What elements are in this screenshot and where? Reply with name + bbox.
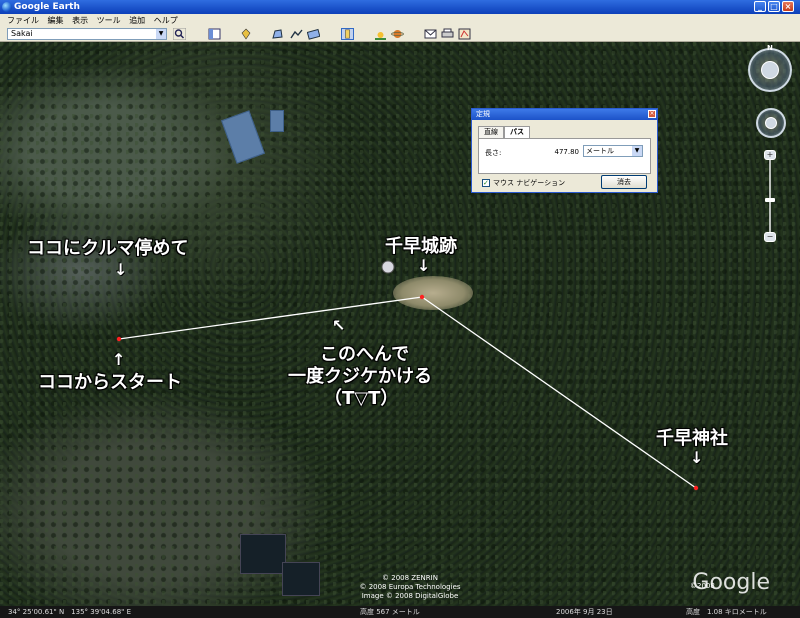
search-value: Sakai	[11, 29, 33, 38]
window-title: Google Earth	[14, 2, 80, 12]
ruler-pane: 長さ: 477.80 メートル ▼	[478, 138, 651, 174]
label-castle: 千早城跡	[385, 236, 457, 257]
ruler-close-button[interactable]: ×	[648, 110, 656, 118]
ruler-titlebar[interactable]: 定規 ×	[472, 109, 657, 120]
look-joystick[interactable]	[748, 48, 792, 92]
google-logo: Google	[692, 570, 770, 595]
arrow-detour: ↖	[332, 316, 346, 335]
copyright-notice: © 2008 ZENRIN © 2008 Europa Technologies…	[340, 574, 480, 601]
path-start-marker	[116, 336, 122, 342]
menu-view[interactable]: 表示	[72, 16, 88, 25]
move-joystick[interactable]	[756, 108, 786, 138]
status-bar: 34° 25'00.61" N 135° 39'04.68" E 高度 567 …	[0, 606, 800, 618]
unit-select[interactable]: メートル ▼	[583, 145, 643, 157]
image-overlay-icon[interactable]	[307, 28, 320, 40]
menu-file[interactable]: ファイル	[7, 16, 39, 25]
path-icon[interactable]	[290, 28, 303, 40]
zoom-slider[interactable]: + −	[764, 150, 776, 242]
search-dropdown-icon[interactable]: ▼	[156, 29, 166, 39]
length-value: 477.80	[554, 148, 580, 156]
eye-altitude: 高度 1.08 キロメートル	[686, 608, 767, 616]
photo-placemark-icon[interactable]	[381, 260, 395, 274]
copyright-line: © 2008 Europa Technologies	[359, 583, 461, 591]
unit-dropdown-icon[interactable]: ▼	[632, 146, 642, 156]
menu-add[interactable]: 追加	[129, 16, 145, 25]
arrow-parking: ↓	[114, 260, 128, 279]
zoom-in-button[interactable]: +	[764, 150, 776, 160]
menu-edit[interactable]: 編集	[48, 16, 64, 25]
zoom-thumb[interactable]	[765, 198, 775, 202]
minimize-button[interactable]: _	[754, 1, 766, 12]
imagery-date: 2006年 9月 23日	[556, 608, 613, 616]
north-indicator[interactable]: N	[767, 44, 773, 52]
title-bar: Google Earth _ □ ×	[0, 0, 800, 14]
tab-line[interactable]: 直線	[478, 126, 504, 138]
toolbar: Sakai ▼	[0, 27, 800, 42]
maximize-button[interactable]: □	[768, 1, 780, 12]
label-detour-2: 一度クジケかける	[288, 366, 432, 387]
unit-value: メートル	[586, 147, 614, 155]
path-shrine-marker	[693, 485, 699, 491]
search-icon[interactable]	[173, 28, 186, 40]
copyright-line: Image © 2008 DigitalGlobe	[361, 592, 459, 600]
label-shrine: 千早神社	[656, 428, 728, 449]
label-detour-3: （T▽T）	[324, 388, 399, 409]
mouse-navigation-option[interactable]: ✓ マウス ナビゲーション	[482, 178, 565, 188]
label-parking: ココにクルマ停めて	[27, 238, 189, 259]
path-line	[118, 296, 697, 489]
mouse-navigation-label: マウス ナビゲーション	[493, 179, 566, 187]
sun-icon[interactable]	[374, 28, 387, 40]
pointer-elevation: 高度 567 メートル	[360, 608, 420, 616]
copyright-line: © 2008 ZENRIN	[382, 574, 438, 582]
pointer-coordinates: 34° 25'00.61" N 135° 39'04.68" E	[8, 608, 132, 616]
sidebar-toggle-icon[interactable]	[208, 28, 221, 40]
ruler-dialog: 定規 × 直線 パス 長さ: 477.80 メートル ▼ ✓ マウス ナビゲーション…	[471, 108, 658, 193]
arrow-shrine: ↓	[690, 448, 704, 467]
polygon-icon[interactable]	[271, 28, 284, 40]
menu-tools[interactable]: ツール	[97, 16, 121, 25]
google-earth-window: Google Earth _ □ × ファイル 編集 表示 ツール 追加 ヘルプ…	[0, 0, 800, 618]
google-maps-icon[interactable]	[458, 28, 471, 40]
ruler-title: 定規	[476, 110, 490, 118]
path-castle-marker	[419, 294, 425, 300]
label-detour-1: このへんで	[320, 344, 410, 365]
ruler-path	[116, 260, 699, 491]
planet-icon[interactable]	[391, 28, 404, 40]
zoom-out-button[interactable]: −	[764, 232, 776, 242]
email-icon[interactable]	[424, 28, 437, 40]
ruler-icon[interactable]	[341, 28, 354, 40]
search-input[interactable]: Sakai ▼	[7, 28, 167, 40]
print-icon[interactable]	[441, 28, 454, 40]
tab-path[interactable]: パス	[504, 126, 530, 138]
clear-button[interactable]: 消去	[601, 175, 647, 189]
menu-bar: ファイル 編集 表示 ツール 追加 ヘルプ	[0, 14, 800, 27]
menu-help[interactable]: ヘルプ	[154, 16, 178, 25]
mouse-navigation-checkbox[interactable]: ✓	[482, 179, 490, 187]
length-label: 長さ:	[485, 149, 502, 157]
label-start: ココからスタート	[38, 372, 182, 393]
ruler-tabs: 直線 パス	[478, 126, 530, 138]
close-button[interactable]: ×	[782, 1, 794, 12]
map-view[interactable]: ココにクルマ停めて ↓ ↑ ココからスタート 千早城跡 ↓ ↖ このへんで 一度…	[0, 42, 800, 606]
arrow-start: ↑	[112, 350, 126, 369]
google-earth-icon	[2, 2, 12, 12]
placemark-icon[interactable]	[240, 28, 253, 40]
arrow-castle: ↓	[417, 256, 431, 275]
